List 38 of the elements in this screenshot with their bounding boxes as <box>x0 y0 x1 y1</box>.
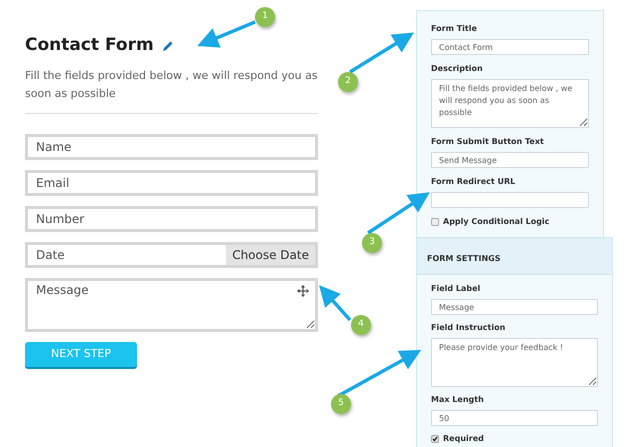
field-label: Form Submit Button Text <box>431 136 545 148</box>
checkbox[interactable] <box>431 435 439 443</box>
text-field[interactable]: Send Message <box>431 152 589 168</box>
arrow <box>349 32 414 74</box>
text-field[interactable]: Email <box>25 170 318 196</box>
text-area[interactable]: Please provide your feedback ! <box>431 338 598 387</box>
move-icon <box>297 284 309 296</box>
text-field[interactable]: Number <box>25 206 318 232</box>
pencil-icon[interactable] <box>162 40 174 52</box>
message-field[interactable]: Message <box>25 278 318 332</box>
step-number: 1 <box>255 7 275 27</box>
field-label: Field Instruction <box>431 322 506 334</box>
text-area[interactable]: Fill the fields provided below , we will respond you as soon as possible <box>431 79 589 128</box>
field-label: Form Redirect URL <box>431 176 516 188</box>
text-field[interactable]: Message <box>431 299 598 315</box>
text-field[interactable] <box>431 192 589 208</box>
arrow <box>197 20 256 48</box>
field-label: Description <box>431 63 484 75</box>
checkbox[interactable] <box>431 218 439 226</box>
checkbox-label: Apply Conditional Logic <box>443 216 550 228</box>
date-field[interactable]: Date Choose Date <box>25 242 318 268</box>
choose-date-button[interactable]: Choose Date <box>226 244 315 264</box>
step-number: 4 <box>351 315 371 335</box>
panel-header: FORM SETTINGS <box>427 254 500 263</box>
field-label: Field Label <box>431 283 482 295</box>
text-field[interactable]: Contact Form <box>431 39 589 55</box>
checkbox-label: Required <box>443 433 484 445</box>
text-field[interactable]: 50 <box>431 410 598 426</box>
form-description: Fill the fields provided below , we will respond you as soon as possible <box>25 68 318 102</box>
text-field[interactable]: Name <box>25 134 318 160</box>
step-number: 3 <box>362 233 382 253</box>
arrow <box>319 285 352 322</box>
field-label: Max Length <box>431 394 485 406</box>
arrow <box>367 192 430 234</box>
form-title: Contact Form <box>25 34 154 57</box>
step-number: 2 <box>338 72 358 92</box>
step-number: 5 <box>331 394 351 414</box>
field-label: Form Title <box>431 23 478 35</box>
